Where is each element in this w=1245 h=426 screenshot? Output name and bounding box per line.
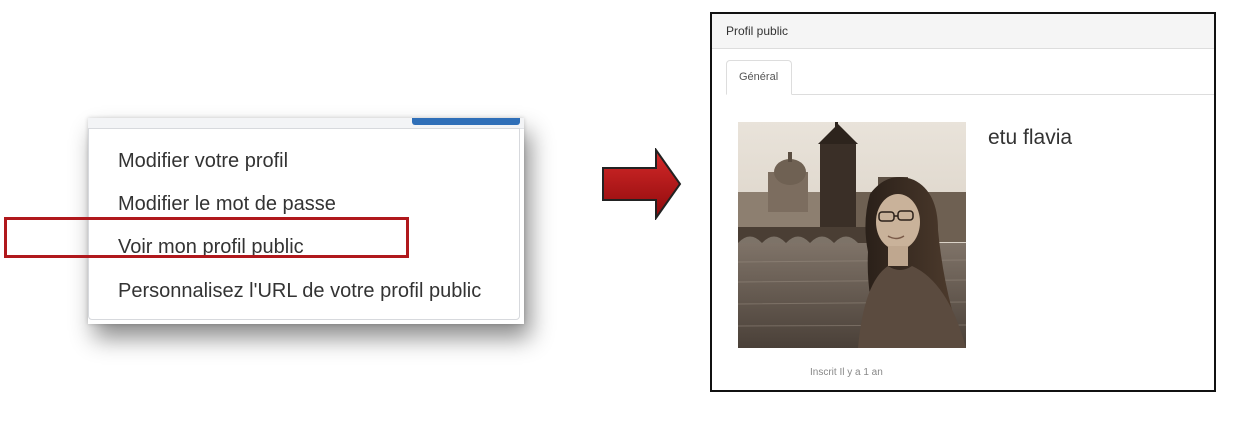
tab-general[interactable]: Général [726,60,792,95]
right-arrow-icon [602,148,682,220]
panel-title: Profil public [726,24,789,38]
public-profile-window: Profil public Général etu flavia Inscrit… [710,12,1216,392]
menu-item-view-public-profile[interactable]: Voir mon profil public [118,235,304,259]
navbar-user-button[interactable] [412,118,520,125]
menu-item-customize-profile-url[interactable]: Personnalisez l'URL de votre profil publ… [118,279,481,303]
member-since-text: Inscrit Il y a 1 an [810,367,883,378]
profile-photo [738,122,966,348]
tabs-divider [726,94,1214,95]
profile-name: etu flavia [988,126,1073,149]
panel-header: Profil public [712,14,1214,49]
dropdown-panel: Modifier votre profil Modifier le mot de… [88,128,520,320]
user-dropdown-menu: Modifier votre profil Modifier le mot de… [88,118,524,324]
tab-general-label: Général [739,71,779,83]
menu-item-change-password[interactable]: Modifier le mot de passe [118,192,336,216]
menu-item-edit-profile[interactable]: Modifier votre profil [118,149,288,173]
